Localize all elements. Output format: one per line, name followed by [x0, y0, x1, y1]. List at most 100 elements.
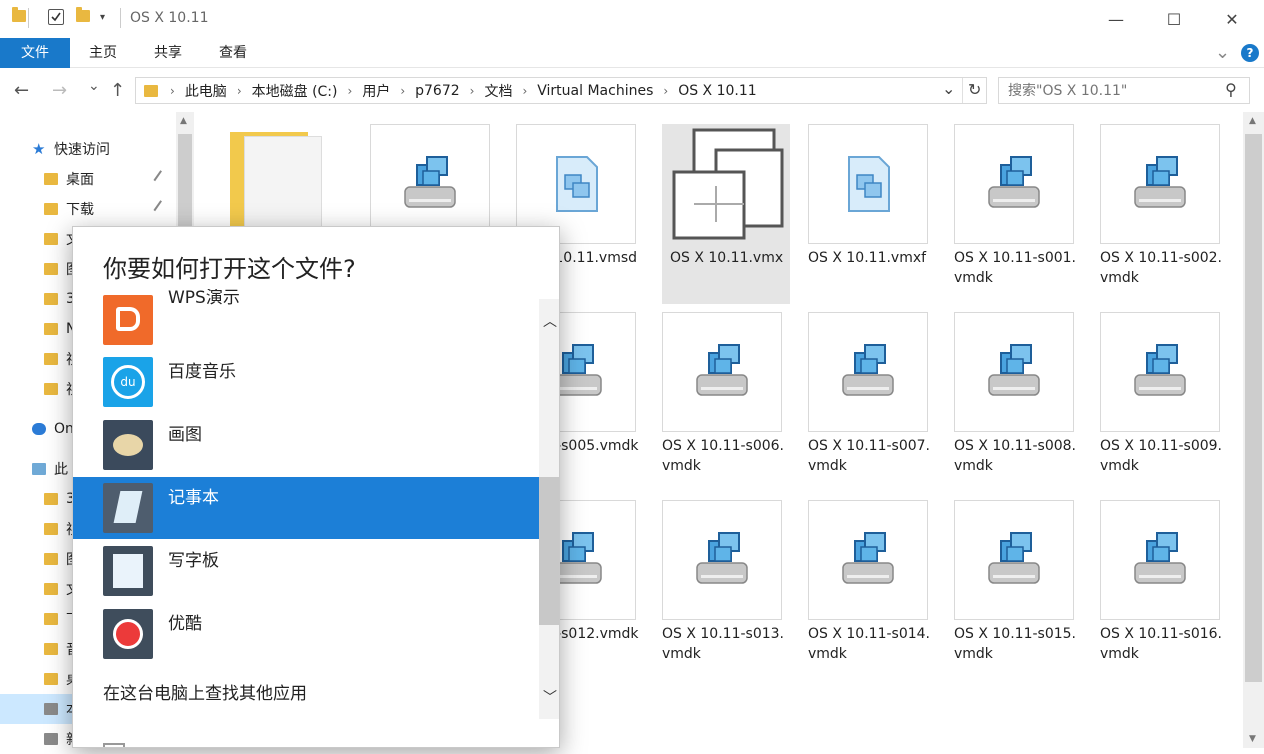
properties-icon[interactable] — [48, 9, 64, 25]
folder-icon — [12, 7, 26, 26]
virtual-disk-icon — [985, 531, 1043, 589]
chevron-right-icon[interactable]: › — [470, 84, 475, 98]
app-option[interactable]: 优酷 — [73, 603, 539, 665]
3d-objects-icon — [44, 493, 58, 505]
maximize-button[interactable]: ☐ — [1145, 0, 1203, 38]
search-input[interactable] — [999, 78, 1209, 103]
customize-toolbar-icon[interactable]: ▾ — [100, 12, 114, 28]
file-item[interactable]: OS X 10.11-s002.vmdk — [1100, 124, 1240, 304]
file-thumbnail — [954, 124, 1074, 244]
breadcrumb-local-disk[interactable]: 本地磁盘 (C:) — [252, 81, 338, 101]
app-option[interactable]: du 百度音乐 — [73, 351, 539, 413]
folder-icon — [44, 323, 58, 335]
help-icon[interactable]: ? — [1241, 44, 1259, 62]
address-dropdown-icon[interactable]: ⌄ — [942, 79, 955, 98]
file-name: OS X 10.11-s001.vmdk — [954, 250, 1076, 286]
new-folder-icon[interactable] — [76, 7, 90, 26]
nav-item[interactable]: ★ 快速访问 — [0, 134, 176, 164]
wordpad-icon — [103, 546, 153, 596]
youku-icon — [103, 609, 153, 659]
app-label: 画图 — [168, 425, 202, 445]
tab-share[interactable]: 共享 — [145, 38, 191, 68]
nav-item[interactable]: 下载 — [0, 194, 176, 224]
file-thumbnail — [954, 500, 1074, 620]
file-item[interactable]: OS X 10.11-s007.vmdk — [808, 312, 948, 492]
chevron-right-icon[interactable]: › — [663, 84, 668, 98]
chevron-right-icon[interactable]: › — [237, 84, 242, 98]
folder-icon — [44, 353, 58, 365]
folder-icon — [44, 293, 58, 305]
content-scroll-thumb[interactable] — [1245, 134, 1262, 682]
chevron-right-icon[interactable]: › — [400, 84, 405, 98]
dialog-scrollbar[interactable]: ︿ ﹀ — [539, 299, 559, 719]
file-item[interactable]: OS X 10.11-s006.vmdk — [662, 312, 802, 492]
chevron-up-icon[interactable]: ︿ — [543, 311, 557, 331]
address-bar[interactable]: › 此电脑 › 本地磁盘 (C:) › 用户 › p7672 › 文档 › Vi… — [135, 77, 987, 104]
breadcrumb-user[interactable]: p7672 — [415, 83, 460, 99]
expand-ribbon-icon[interactable]: ⌄ — [1215, 42, 1230, 63]
nav-item-label: 桌面 — [66, 172, 94, 188]
file-item[interactable]: OS X 10.11-s008.vmdk — [954, 312, 1094, 492]
file-name: OS X 10.11-s016.vmdk — [1100, 626, 1222, 662]
file-thumbnail — [808, 500, 928, 620]
forward-icon[interactable]: → — [52, 80, 67, 101]
pin-icon[interactable] — [153, 200, 169, 216]
baidu-music-icon: du — [103, 357, 153, 407]
file-item[interactable]: OS X 10.11-s016.vmdk — [1100, 500, 1240, 680]
vmware-config-icon — [666, 124, 786, 244]
file-thumbnail — [954, 312, 1074, 432]
nav-item-label: On — [54, 421, 74, 437]
search-box[interactable]: ⚲ — [998, 77, 1250, 104]
file-item[interactable]: OS X 10.11-s014.vmdk — [808, 500, 948, 680]
virtual-disk-icon — [985, 343, 1043, 401]
chevron-right-icon[interactable]: › — [170, 84, 175, 98]
breadcrumb-current-folder[interactable]: OS X 10.11 — [678, 83, 756, 99]
search-icon[interactable]: ⚲ — [1225, 80, 1237, 99]
file-item[interactable]: OS X 10.11.vmxf — [808, 124, 948, 304]
app-option[interactable]: WPS演示 — [73, 289, 539, 347]
file-item[interactable]: OS X 10.11-s009.vmdk — [1100, 312, 1240, 492]
this-pc-icon — [32, 463, 46, 475]
file-item[interactable]: OS X 10.11-s013.vmdk — [662, 500, 802, 680]
recent-locations-icon[interactable]: ⌄ — [88, 78, 100, 94]
scroll-up-icon[interactable]: ▲ — [1249, 116, 1256, 126]
always-use-checkbox[interactable] — [103, 743, 125, 747]
file-name: OS X 10.11.vmx — [670, 250, 784, 266]
file-name: OS X 10.11-s002.vmdk — [1100, 250, 1222, 286]
minimize-button[interactable]: — — [1087, 0, 1145, 38]
chevron-right-icon[interactable]: › — [348, 84, 353, 98]
chevron-right-icon[interactable]: › — [522, 84, 527, 98]
app-option[interactable]: 记事本 — [73, 477, 539, 539]
nav-item[interactable]: 桌面 — [0, 164, 176, 194]
refresh-icon[interactable]: ↻ — [968, 80, 981, 99]
app-option[interactable]: 画图 — [73, 414, 539, 476]
file-name: OS X 10.11-s014.vmdk — [808, 626, 930, 662]
file-item[interactable]: OS X 10.11.vmx — [662, 124, 790, 304]
breadcrumb-documents[interactable]: 文档 — [484, 81, 512, 101]
breadcrumb-users[interactable]: 用户 — [362, 81, 390, 101]
document-folder-icon — [44, 583, 58, 595]
pin-icon[interactable] — [153, 170, 169, 186]
scroll-up-icon[interactable]: ▲ — [180, 116, 187, 126]
dialog-scroll-thumb[interactable] — [539, 477, 559, 625]
breadcrumb-this-pc[interactable]: 此电脑 — [185, 81, 227, 101]
back-icon[interactable]: ← — [14, 80, 29, 101]
scroll-down-icon[interactable]: ▼ — [1249, 734, 1256, 744]
close-button[interactable]: ✕ — [1203, 0, 1261, 38]
chevron-down-icon[interactable]: ﹀ — [543, 687, 557, 707]
file-item[interactable]: OS X 10.11-s001.vmdk — [954, 124, 1094, 304]
dialog-title: 你要如何打开这个文件? — [103, 255, 356, 283]
content-scrollbar[interactable]: ▲ ▼ — [1243, 112, 1264, 748]
breadcrumb-virtual-machines[interactable]: Virtual Machines — [537, 83, 653, 99]
app-option[interactable]: 写字板 — [73, 540, 539, 602]
download-folder-icon — [44, 613, 58, 625]
tab-view[interactable]: 查看 — [210, 38, 256, 68]
video-folder-icon — [44, 523, 58, 535]
file-item[interactable]: OS X 10.11-s015.vmdk — [954, 500, 1094, 680]
up-icon[interactable]: ↑ — [110, 80, 125, 101]
find-other-apps-link[interactable]: 在这台电脑上查找其他应用 — [103, 679, 307, 704]
picture-folder-icon — [44, 553, 58, 565]
app-label: WPS演示 — [168, 289, 240, 308]
tab-file[interactable]: 文件 — [0, 38, 70, 68]
tab-home[interactable]: 主页 — [80, 38, 126, 68]
